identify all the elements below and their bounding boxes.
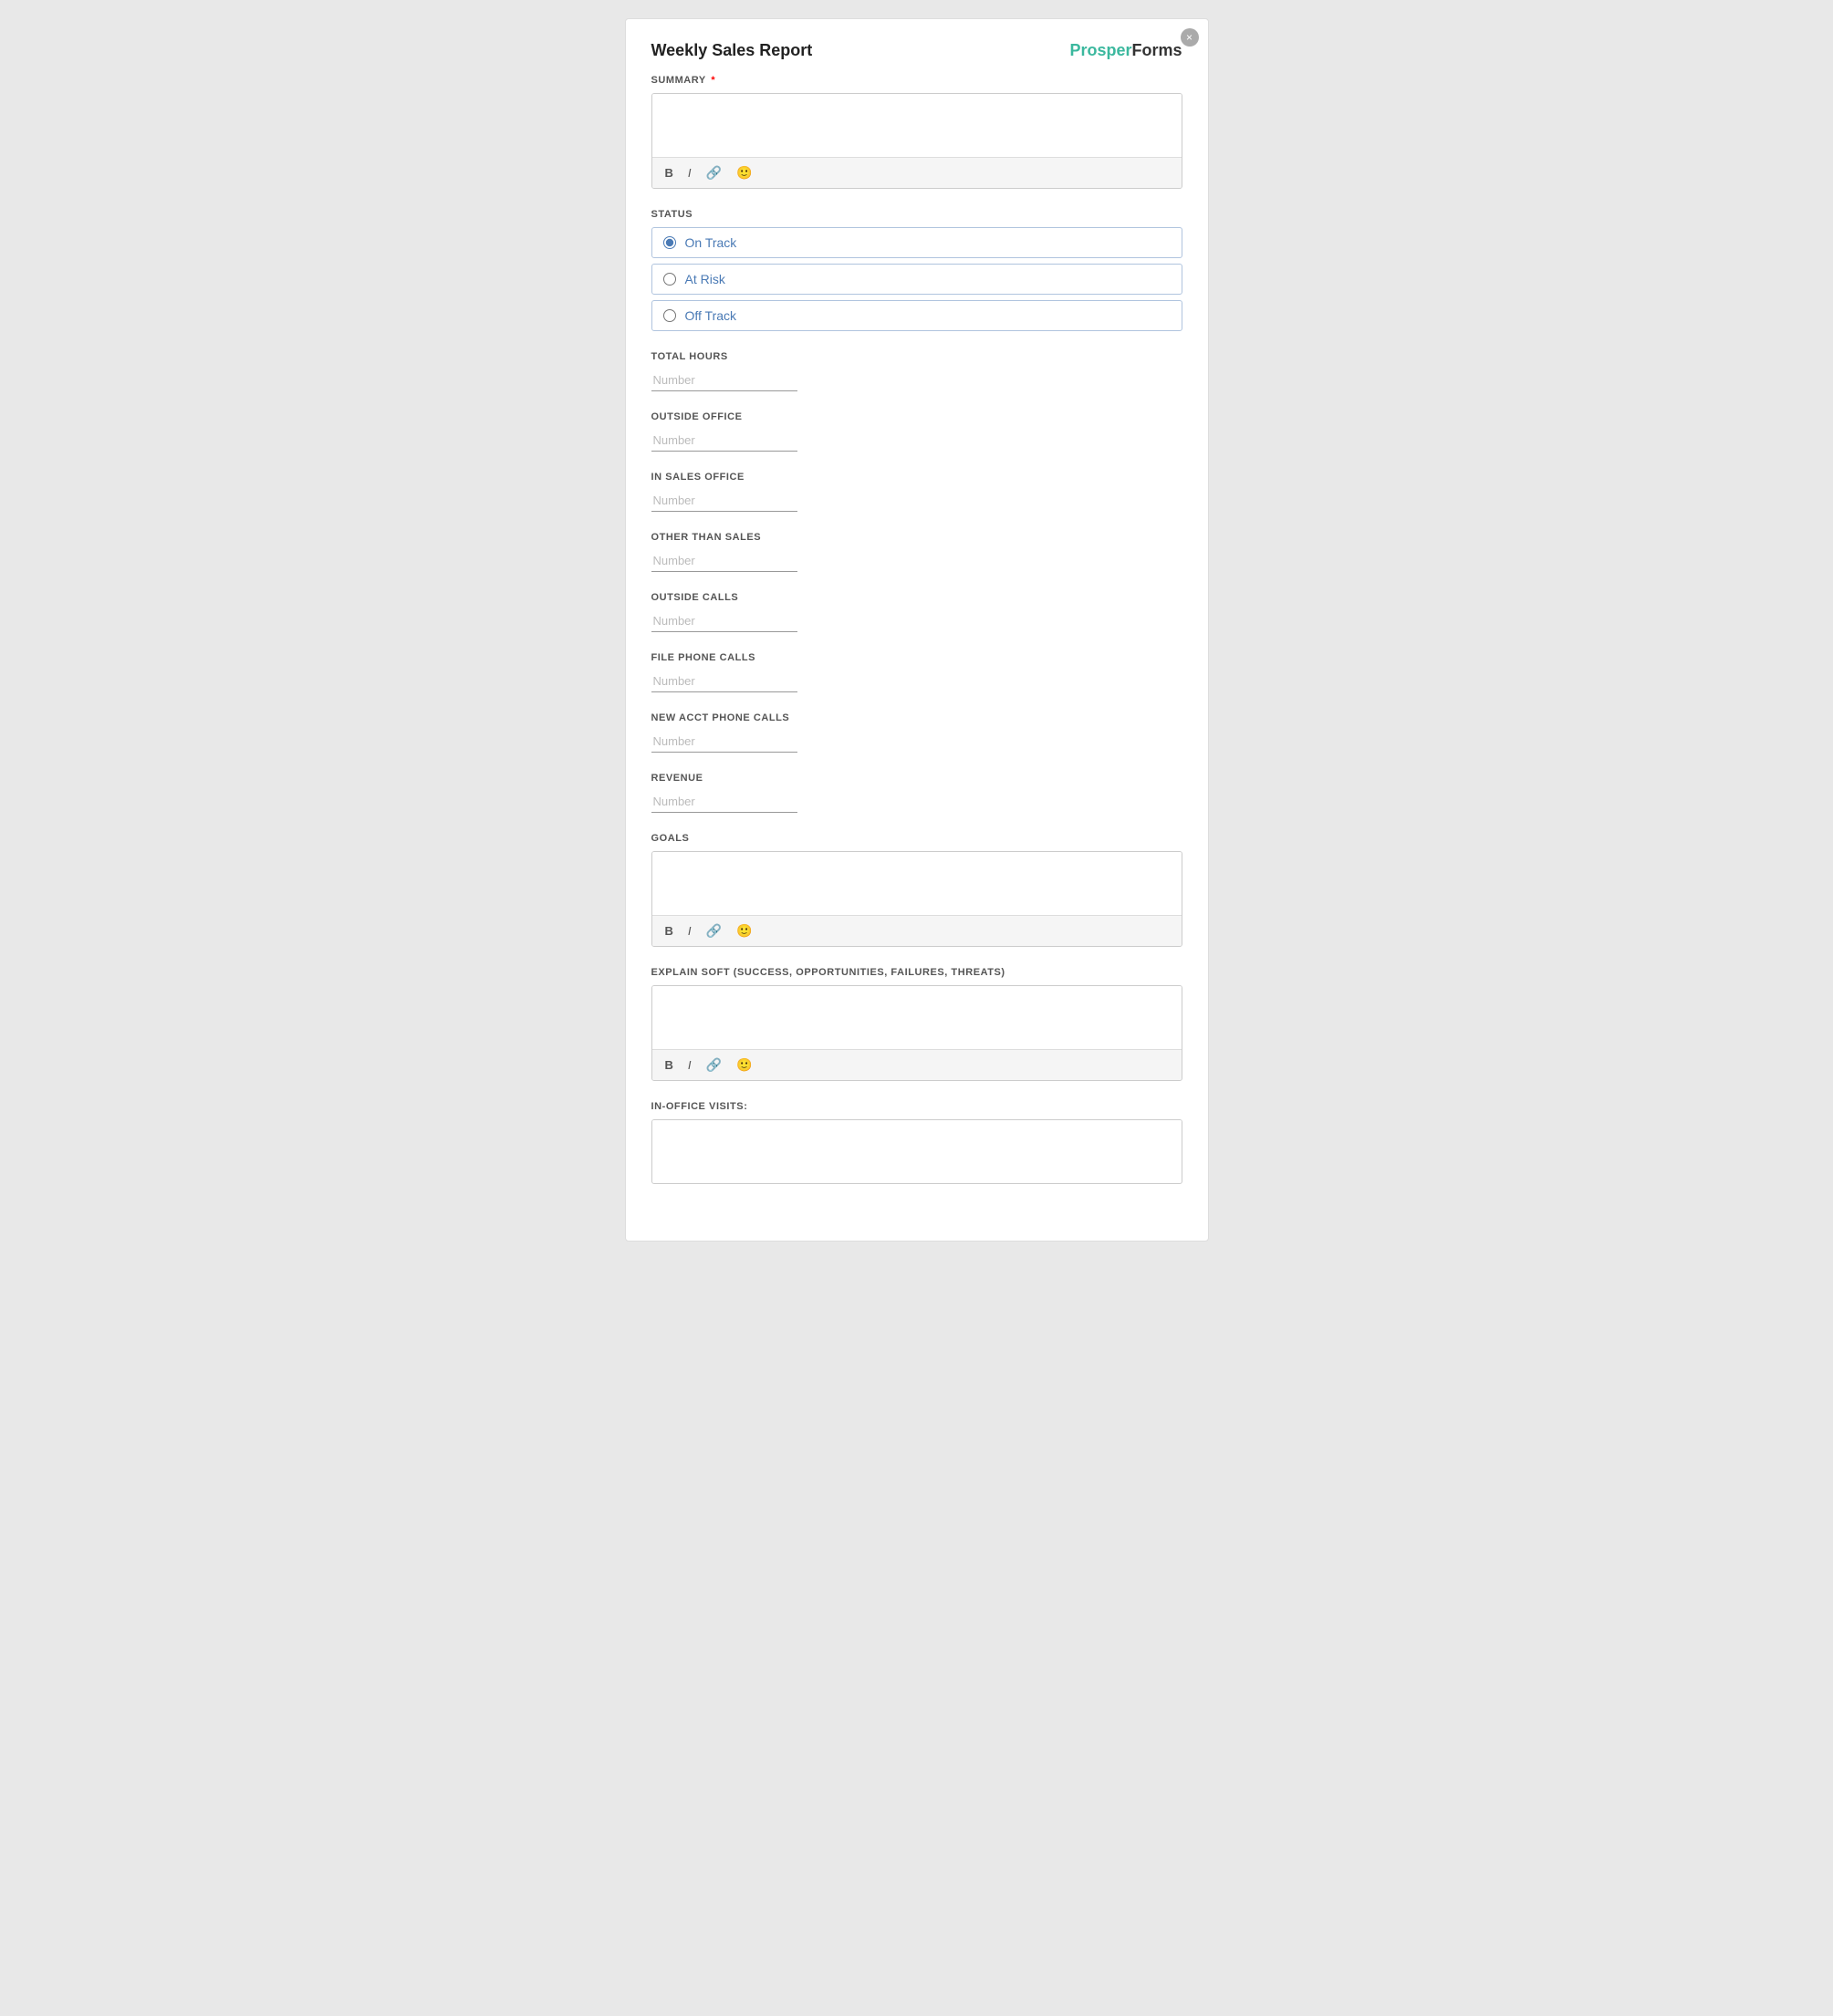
explain-soft-emoji-button[interactable]: 🙂: [733, 1055, 755, 1075]
explain-soft-editor: B I 🔗 🙂: [651, 985, 1182, 1081]
summary-label: SUMMARY *: [651, 75, 1182, 86]
brand-prosper: Prosper: [1069, 41, 1131, 59]
in-office-visits-editor: [651, 1119, 1182, 1184]
explain-soft-bold-button[interactable]: B: [661, 1056, 677, 1074]
status-field-group: STATUS On Track At Risk Off Track: [651, 209, 1182, 331]
status-label: STATUS: [651, 209, 1182, 220]
status-option-on-track[interactable]: On Track: [651, 227, 1182, 258]
revenue-label: REVENUE: [651, 773, 1182, 784]
summary-editor: B I 🔗 🙂: [651, 93, 1182, 189]
status-radio-at-risk[interactable]: [663, 273, 676, 286]
summary-emoji-button[interactable]: 🙂: [733, 163, 755, 182]
goals-bold-button[interactable]: B: [661, 922, 677, 940]
total-hours-wrapper: [651, 369, 1182, 391]
outside-calls-label: OUTSIDE CALLS: [651, 592, 1182, 603]
status-on-track-label: On Track: [685, 235, 737, 250]
outside-office-field-group: OUTSIDE OFFICE: [651, 411, 1182, 452]
goals-emoji-button[interactable]: 🙂: [733, 921, 755, 940]
goals-italic-button[interactable]: I: [684, 922, 695, 940]
other-than-sales-wrapper: [651, 550, 1182, 572]
revenue-wrapper: [651, 791, 1182, 813]
outside-office-label: OUTSIDE OFFICE: [651, 411, 1182, 422]
explain-soft-toolbar: B I 🔗 🙂: [652, 1049, 1182, 1080]
goals-label: GOALS: [651, 833, 1182, 844]
file-phone-calls-wrapper: [651, 670, 1182, 692]
file-phone-calls-label: FILE PHONE CALLS: [651, 652, 1182, 663]
brand-logo: ProsperForms: [1069, 41, 1182, 60]
status-off-track-label: Off Track: [685, 308, 737, 323]
status-radio-on-track[interactable]: [663, 236, 676, 249]
outside-calls-field-group: OUTSIDE CALLS: [651, 592, 1182, 632]
in-office-visits-field-group: IN-OFFICE VISITS:: [651, 1101, 1182, 1184]
form-header: Weekly Sales Report ProsperForms: [651, 41, 1182, 60]
summary-link-button[interactable]: 🔗: [703, 163, 725, 182]
goals-field-group: GOALS B I 🔗 🙂: [651, 833, 1182, 947]
close-button[interactable]: ×: [1181, 28, 1199, 47]
total-hours-field-group: TOTAL HOURS: [651, 351, 1182, 391]
goals-editor: B I 🔗 🙂: [651, 851, 1182, 947]
total-hours-label: TOTAL HOURS: [651, 351, 1182, 362]
status-option-at-risk[interactable]: At Risk: [651, 264, 1182, 295]
summary-bold-button[interactable]: B: [661, 164, 677, 182]
outside-calls-wrapper: [651, 610, 1182, 632]
in-sales-office-wrapper: [651, 490, 1182, 512]
explain-soft-input[interactable]: [652, 986, 1182, 1044]
status-radio-group: On Track At Risk Off Track: [651, 227, 1182, 331]
new-acct-phone-calls-input[interactable]: [651, 731, 797, 753]
in-sales-office-label: IN SALES OFFICE: [651, 472, 1182, 483]
total-hours-input[interactable]: [651, 369, 797, 391]
file-phone-calls-field-group: FILE PHONE CALLS: [651, 652, 1182, 692]
revenue-field-group: REVENUE: [651, 773, 1182, 813]
close-icon: ×: [1186, 31, 1192, 44]
goals-input[interactable]: [652, 852, 1182, 910]
in-sales-office-field-group: IN SALES OFFICE: [651, 472, 1182, 512]
outside-office-input[interactable]: [651, 430, 797, 452]
revenue-input[interactable]: [651, 791, 797, 813]
explain-soft-italic-button[interactable]: I: [684, 1056, 695, 1074]
new-acct-phone-calls-field-group: NEW ACCT PHONE CALLS: [651, 712, 1182, 753]
file-phone-calls-input[interactable]: [651, 670, 797, 692]
new-acct-phone-calls-wrapper: [651, 731, 1182, 753]
summary-field-group: SUMMARY * B I 🔗 🙂: [651, 75, 1182, 189]
summary-italic-button[interactable]: I: [684, 164, 695, 182]
in-office-visits-label: IN-OFFICE VISITS:: [651, 1101, 1182, 1112]
in-office-visits-input[interactable]: [652, 1120, 1182, 1179]
summary-input[interactable]: [652, 94, 1182, 152]
form-container: × Weekly Sales Report ProsperForms SUMMA…: [625, 18, 1209, 1242]
outside-office-wrapper: [651, 430, 1182, 452]
status-option-off-track[interactable]: Off Track: [651, 300, 1182, 331]
other-than-sales-input[interactable]: [651, 550, 797, 572]
in-sales-office-input[interactable]: [651, 490, 797, 512]
other-than-sales-field-group: OTHER THAN SALES: [651, 532, 1182, 572]
new-acct-phone-calls-label: NEW ACCT PHONE CALLS: [651, 712, 1182, 723]
explain-soft-link-button[interactable]: 🔗: [703, 1055, 725, 1075]
status-at-risk-label: At Risk: [685, 272, 725, 286]
brand-forms: Forms: [1131, 41, 1182, 59]
form-title: Weekly Sales Report: [651, 41, 813, 60]
explain-soft-label: EXPLAIN SOFT (SUCCESS, OPPORTUNITIES, FA…: [651, 967, 1182, 978]
outside-calls-input[interactable]: [651, 610, 797, 632]
goals-link-button[interactable]: 🔗: [703, 921, 725, 940]
summary-toolbar: B I 🔗 🙂: [652, 157, 1182, 188]
status-radio-off-track[interactable]: [663, 309, 676, 322]
goals-toolbar: B I 🔗 🙂: [652, 915, 1182, 946]
required-indicator: *: [708, 75, 715, 86]
explain-soft-field-group: EXPLAIN SOFT (SUCCESS, OPPORTUNITIES, FA…: [651, 967, 1182, 1081]
other-than-sales-label: OTHER THAN SALES: [651, 532, 1182, 543]
